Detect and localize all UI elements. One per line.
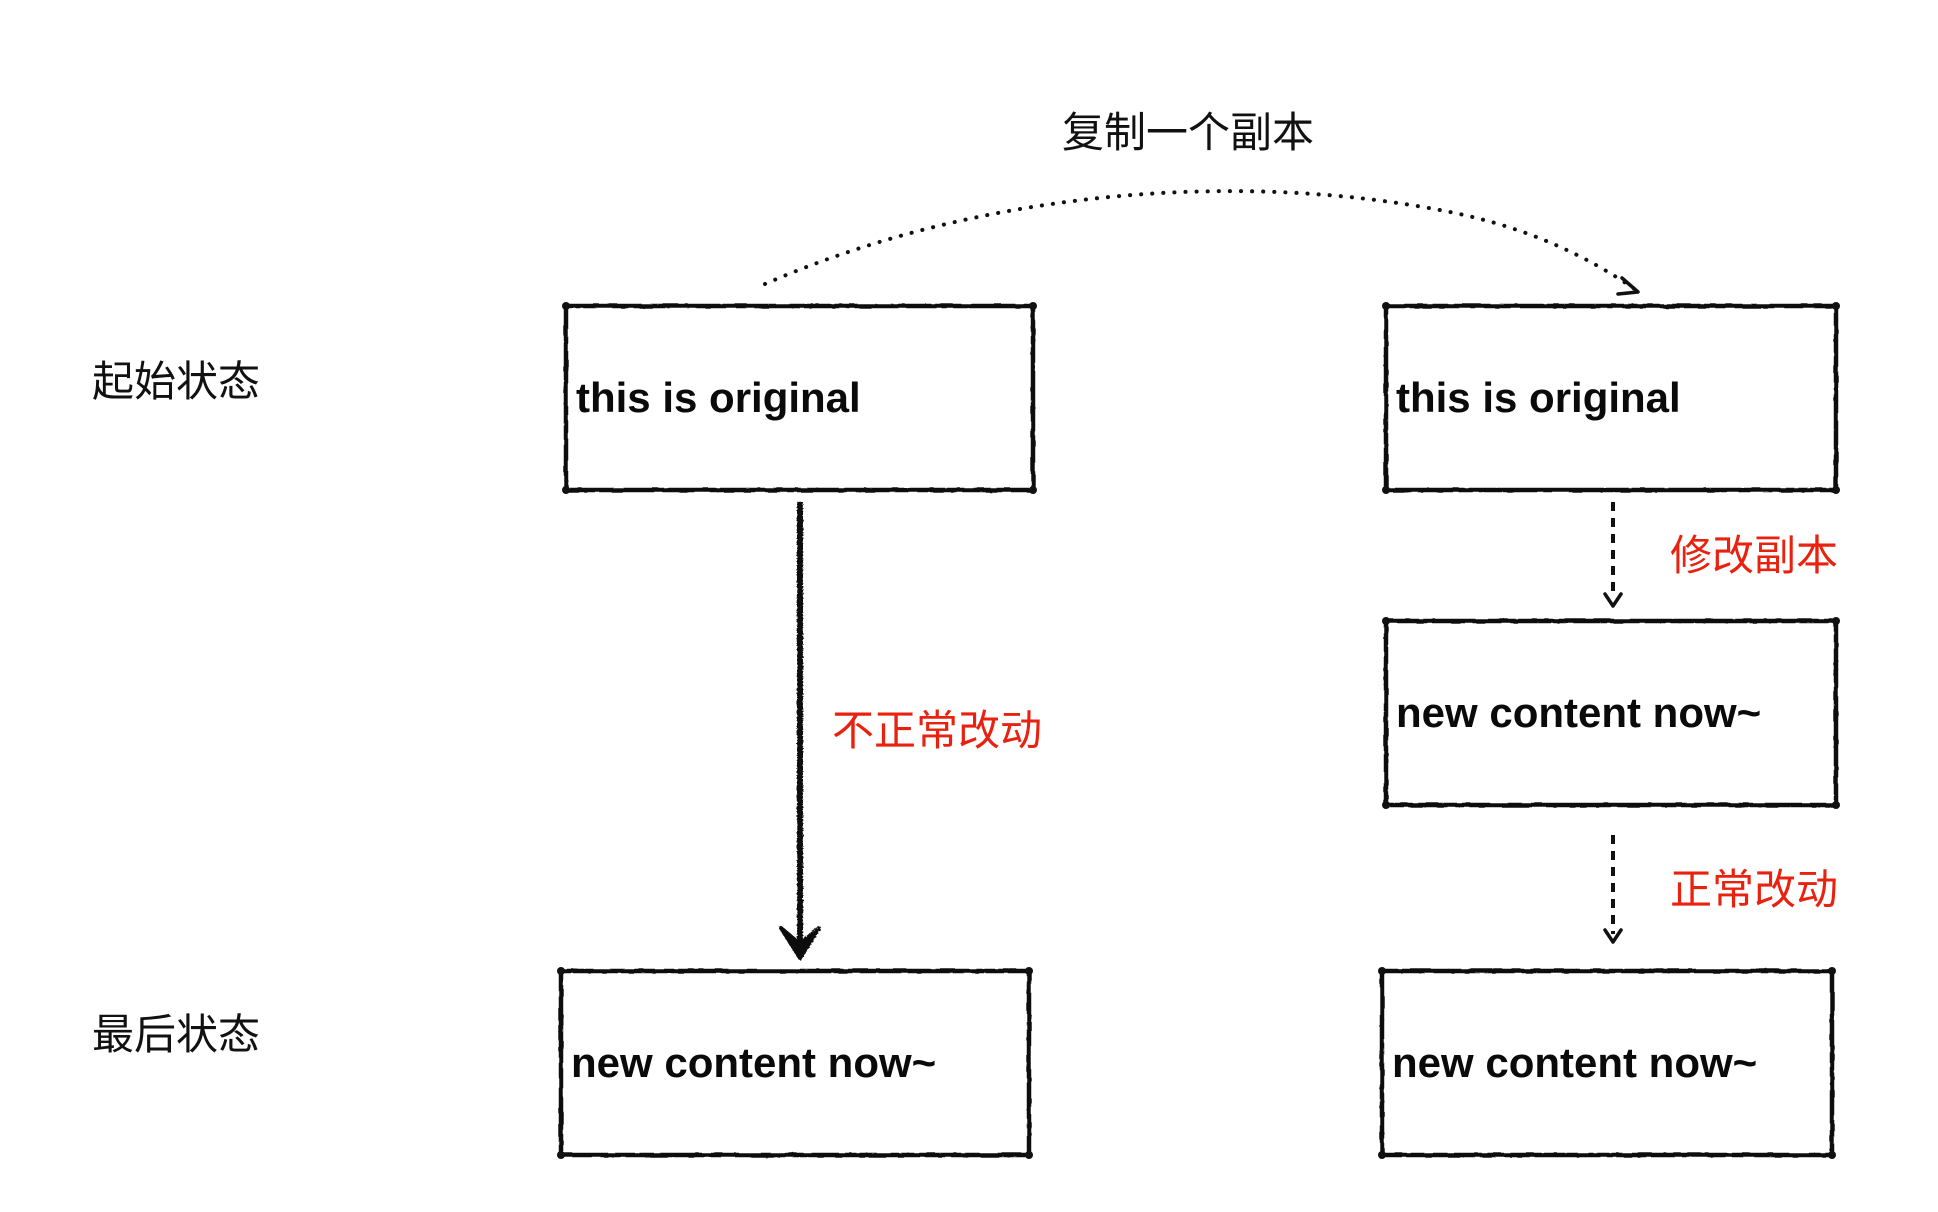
normal-change-arrow [1603, 835, 1623, 944]
box-copy-final: new content now~ [1382, 971, 1832, 1155]
box-copy-modified: new content now~ [1386, 621, 1836, 805]
copy-arrow-curve [763, 189, 1638, 292]
box-text: new content now~ [1396, 689, 1762, 736]
diagram-title: 复制一个副本 [1062, 108, 1315, 157]
modify-copy-arrow [1603, 502, 1623, 608]
row-label-initial: 起始状态 [92, 357, 261, 406]
row-label-final: 最后状态 [92, 1010, 261, 1059]
box-text: new content now~ [571, 1039, 937, 1086]
box-text: this is original [576, 374, 861, 421]
box-copy-initial: this is original [1386, 306, 1836, 490]
copy-arrow-head-icon [1616, 276, 1640, 296]
edge-label-abnormal-change: 不正常改动 [832, 706, 1043, 755]
edge-label-normal-change: 正常改动 [1670, 865, 1839, 914]
arrow-head-icon [1603, 592, 1623, 608]
box-original-final: new content now~ [561, 971, 1029, 1155]
box-text: new content now~ [1392, 1039, 1758, 1086]
abnormal-change-arrow [779, 502, 821, 960]
box-original-initial: this is original [566, 306, 1033, 490]
edge-label-modify-copy: 修改副本 [1670, 531, 1839, 580]
box-text: this is original [1396, 374, 1681, 421]
